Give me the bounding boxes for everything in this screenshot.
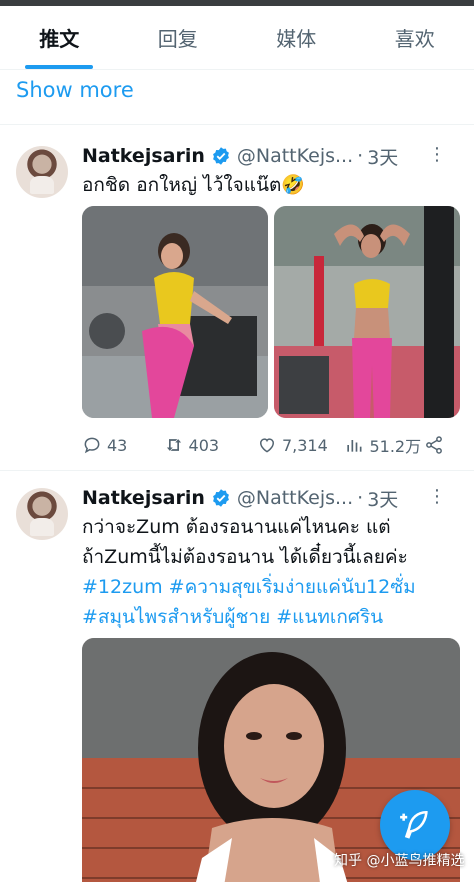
- tab-likes[interactable]: 喜欢: [356, 6, 474, 69]
- boxing-photo-image: [274, 206, 460, 418]
- more-options-icon[interactable]: ⋮: [428, 486, 446, 507]
- divider: [0, 124, 474, 125]
- tab-likes-label: 喜欢: [394, 27, 435, 51]
- view-count: 51.2万: [369, 437, 422, 456]
- hashtag-line[interactable]: #12zum #ความสุขเริ่มง่ายแค่นับ12ซั่ม: [82, 572, 462, 602]
- like-button[interactable]: 7,314: [257, 435, 344, 455]
- retweet-icon: [166, 439, 181, 451]
- retweet-button[interactable]: 403: [164, 435, 257, 455]
- like-count: 7,314: [281, 435, 328, 455]
- display-name[interactable]: Natkejsarin: [82, 487, 205, 509]
- tab-media[interactable]: 媒体: [237, 6, 356, 69]
- show-more-link[interactable]: Show more: [16, 78, 134, 102]
- tab-media-label: 媒体: [276, 27, 317, 51]
- tweet-photo-2[interactable]: [274, 206, 460, 418]
- display-name[interactable]: Natkejsarin: [82, 145, 205, 167]
- profile-tabs: 推文 回复 媒体 喜欢: [0, 6, 474, 70]
- separator-dot: ·: [357, 487, 364, 509]
- watermark-text: 知乎 @小蓝鸟推精选: [334, 853, 465, 869]
- avatar[interactable]: [16, 146, 68, 198]
- tweet-text-line: กว่าจะZum ต้องรอนานแค่ไหนคะ แต่: [82, 516, 391, 538]
- hashtag-line[interactable]: #สมุนไพรสำหรับผู้ชาย #แนทเกศริน: [82, 602, 462, 632]
- verified-badge-icon: [212, 147, 229, 165]
- tweet-text: อกชิด อกใหญ่ ไว้ใจแน๊ต🤣: [82, 174, 305, 196]
- tweet-actions: 43 403 7,314 51.2万: [82, 430, 444, 460]
- share-icon: [426, 436, 442, 454]
- user-handle[interactable]: @NattKejs...: [237, 487, 353, 509]
- divider: [0, 470, 474, 471]
- tweet-header: Natkejsarin @NattKejs... · 3天: [82, 484, 462, 512]
- tweet-media: [82, 206, 462, 418]
- reply-icon: [84, 437, 100, 454]
- separator-dot: ·: [357, 145, 364, 167]
- gym-photo-image: [82, 206, 268, 418]
- active-tab-indicator: [25, 65, 94, 69]
- tab-replies-label: 回复: [157, 27, 198, 51]
- tweet-photo-1[interactable]: [82, 206, 268, 418]
- reply-count: 43: [107, 435, 128, 455]
- tweet-text: กว่าจะZum ต้องรอนานแค่ไหนคะ แต่ ถ้าZumนี…: [82, 512, 462, 632]
- user-handle[interactable]: @NattKejs...: [237, 145, 353, 167]
- tab-posts[interactable]: 推文: [0, 6, 119, 69]
- avatar[interactable]: [16, 488, 68, 540]
- verified-badge-icon: [212, 489, 229, 507]
- tweet-header: Natkejsarin @NattKejs... · 3天: [82, 142, 462, 170]
- share-button[interactable]: [424, 435, 444, 455]
- heart-icon: [259, 438, 274, 453]
- more-options-icon[interactable]: ⋮: [428, 144, 446, 165]
- views-button[interactable]: 51.2万: [344, 433, 424, 457]
- retweet-count: 403: [188, 435, 220, 455]
- tab-replies[interactable]: 回复: [119, 6, 238, 69]
- reply-button[interactable]: 43: [82, 435, 164, 455]
- compose-feather-icon: [400, 810, 428, 839]
- views-chart-icon: [347, 440, 362, 452]
- tab-posts-label: 推文: [39, 27, 80, 51]
- tweet-text-line: ถ้าZumนี้ไม่ต้องรอนาน ได้เดี๋ยวนี้เลยค่ะ: [82, 546, 408, 568]
- timestamp[interactable]: 3天: [367, 485, 398, 512]
- timestamp[interactable]: 3天: [367, 143, 398, 170]
